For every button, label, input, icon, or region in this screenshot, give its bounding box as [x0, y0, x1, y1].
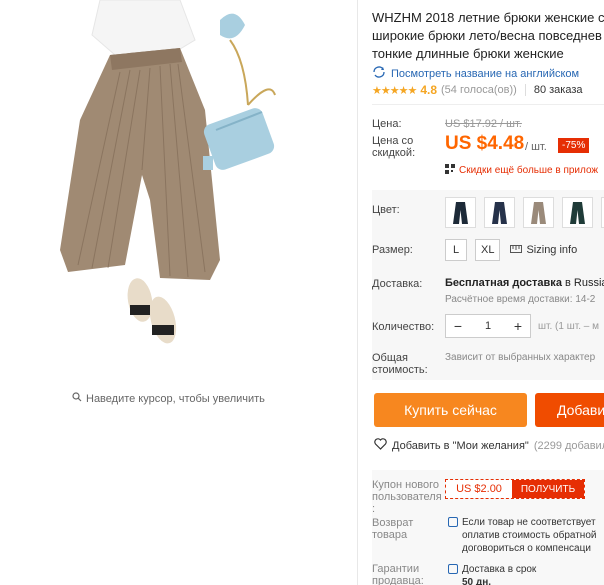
price-label: Цена: — [372, 118, 402, 130]
translate-title-link[interactable]: Посмотреть название на английском — [372, 66, 579, 81]
wishlist-count: (2299 добавили — [533, 439, 604, 452]
total-note: Зависит от выбранных характер — [445, 352, 596, 363]
total-label: Общая стоимость: — [372, 352, 428, 376]
ruler-icon — [510, 244, 523, 256]
size-label: Размер: — [372, 244, 413, 256]
return-text-line: оплатив стоимость обратной — [462, 530, 597, 541]
magnifier-icon — [72, 392, 82, 405]
return-text-line: Если товар не соответствует — [462, 517, 596, 528]
blue-handbag — [203, 13, 276, 170]
delivery-time: Расчётное время доставки: 14-2 — [445, 294, 596, 305]
pleated-pants — [60, 48, 220, 280]
title-line: широкие брюки лето/весна повседнев — [372, 28, 602, 43]
return-policy-icon — [448, 517, 458, 527]
color-option[interactable] — [484, 197, 515, 228]
increase-quantity-button[interactable]: + — [506, 318, 530, 334]
current-price: US $4.48 — [445, 133, 525, 154]
add-to-cart-button[interactable]: Добави — [535, 393, 604, 427]
quantity-note: шт. (1 шт. – м — [538, 321, 599, 332]
divider — [372, 104, 604, 105]
color-options — [445, 197, 604, 228]
color-label: Цвет: — [372, 204, 400, 216]
star-rating-icon[interactable]: ★★★★★ — [372, 84, 417, 97]
product-info-panel: WHZHM 2018 летние брюки женские с широки… — [372, 0, 604, 585]
quantity-stepper: − 1 + — [445, 314, 531, 338]
title-line: WHZHM 2018 летние брюки женские с — [372, 10, 604, 25]
size-option-xl[interactable]: XL — [475, 239, 501, 261]
new-user-coupon: US $2.00 ПОЛУЧИТЬ — [445, 479, 585, 499]
product-gallery: Наведите курсор, чтобы увеличить — [0, 0, 357, 585]
quantity-label: Количество: — [372, 321, 435, 333]
orders-count: 80 заказа — [533, 84, 583, 96]
color-option[interactable] — [523, 197, 554, 228]
shipping-label: Доставка: — [372, 278, 423, 290]
divider — [524, 84, 526, 96]
old-price: US $17.92 / шт. — [445, 118, 522, 130]
white-top — [91, 0, 196, 56]
size-option-l[interactable]: L — [445, 239, 467, 261]
rating-value: 4.8 — [420, 83, 437, 97]
delivery-guarantee-icon — [448, 564, 458, 574]
return-policy-text: Если товар не соответствует оплатив стои… — [462, 516, 596, 555]
add-to-wishlist-link[interactable]: Добавить в "Мои желания" (2299 добавили — [374, 438, 604, 453]
sizing-info-text[interactable]: Sizing info — [526, 244, 577, 256]
qr-code-icon — [445, 164, 455, 177]
shipping-destination[interactable]: в Russian — [565, 277, 604, 289]
return-text-line: договориться о компенсаци — [462, 543, 591, 554]
title-line: тонкие длинные брюки женские — [372, 46, 564, 61]
color-option[interactable] — [445, 197, 476, 228]
app-discount-text[interactable]: Скидки ещё больше в прилож — [459, 165, 598, 176]
discount-price-label: Цена со скидкой: — [372, 135, 416, 159]
coupon-label: Купон нового пользователя : — [372, 479, 442, 515]
zoom-hint-text: Наведите курсор, чтобы увеличить — [86, 392, 265, 405]
wishlist-text[interactable]: Добавить в "Мои желания" — [392, 440, 529, 452]
product-title: WHZHM 2018 летние брюки женские с широки… — [372, 9, 604, 63]
free-shipping: Бесплатная доставка — [445, 277, 562, 289]
guarantee-line: Доставка в срок — [462, 564, 537, 575]
decrease-quantity-button[interactable]: − — [446, 318, 470, 334]
color-option[interactable] — [562, 197, 593, 228]
shoes — [127, 278, 177, 344]
votes-count[interactable]: (54 голоса(ов)) — [441, 84, 517, 96]
app-discount-link[interactable]: Скидки ещё больше в прилож — [445, 164, 598, 177]
zoom-hint: Наведите курсор, чтобы увеличить — [72, 392, 265, 405]
discount-badge: -75% — [558, 138, 590, 153]
quantity-input[interactable]: 1 — [470, 320, 506, 332]
translate-icon — [372, 66, 386, 81]
shipping-info[interactable]: Бесплатная доставка в Russian — [445, 277, 604, 289]
heart-icon — [374, 438, 387, 453]
product-photo[interactable] — [30, 0, 330, 375]
buy-now-button[interactable]: Купить сейчас — [374, 393, 527, 427]
rating-row: ★★★★★ 4.8 (54 голоса(ов)) 80 заказа — [372, 83, 583, 97]
coupon-value: US $2.00 — [446, 480, 512, 498]
size-options: L XL Sizing info — [445, 239, 577, 261]
delivery-guarantee-text: Доставка в срок 50 дн. — [462, 563, 536, 585]
guarantee-line: 50 дн. — [462, 577, 492, 585]
return-label: Возврат товара — [372, 517, 414, 541]
panel-divider — [357, 0, 358, 585]
guarantee-label: Гарантии продавца: — [372, 563, 424, 585]
get-coupon-button[interactable]: ПОЛУЧИТЬ — [512, 480, 584, 498]
translate-link-text[interactable]: Посмотреть название на английском — [391, 68, 579, 80]
sizing-info-link[interactable]: Sizing info — [510, 244, 577, 256]
per-unit: / шт. — [525, 141, 547, 153]
